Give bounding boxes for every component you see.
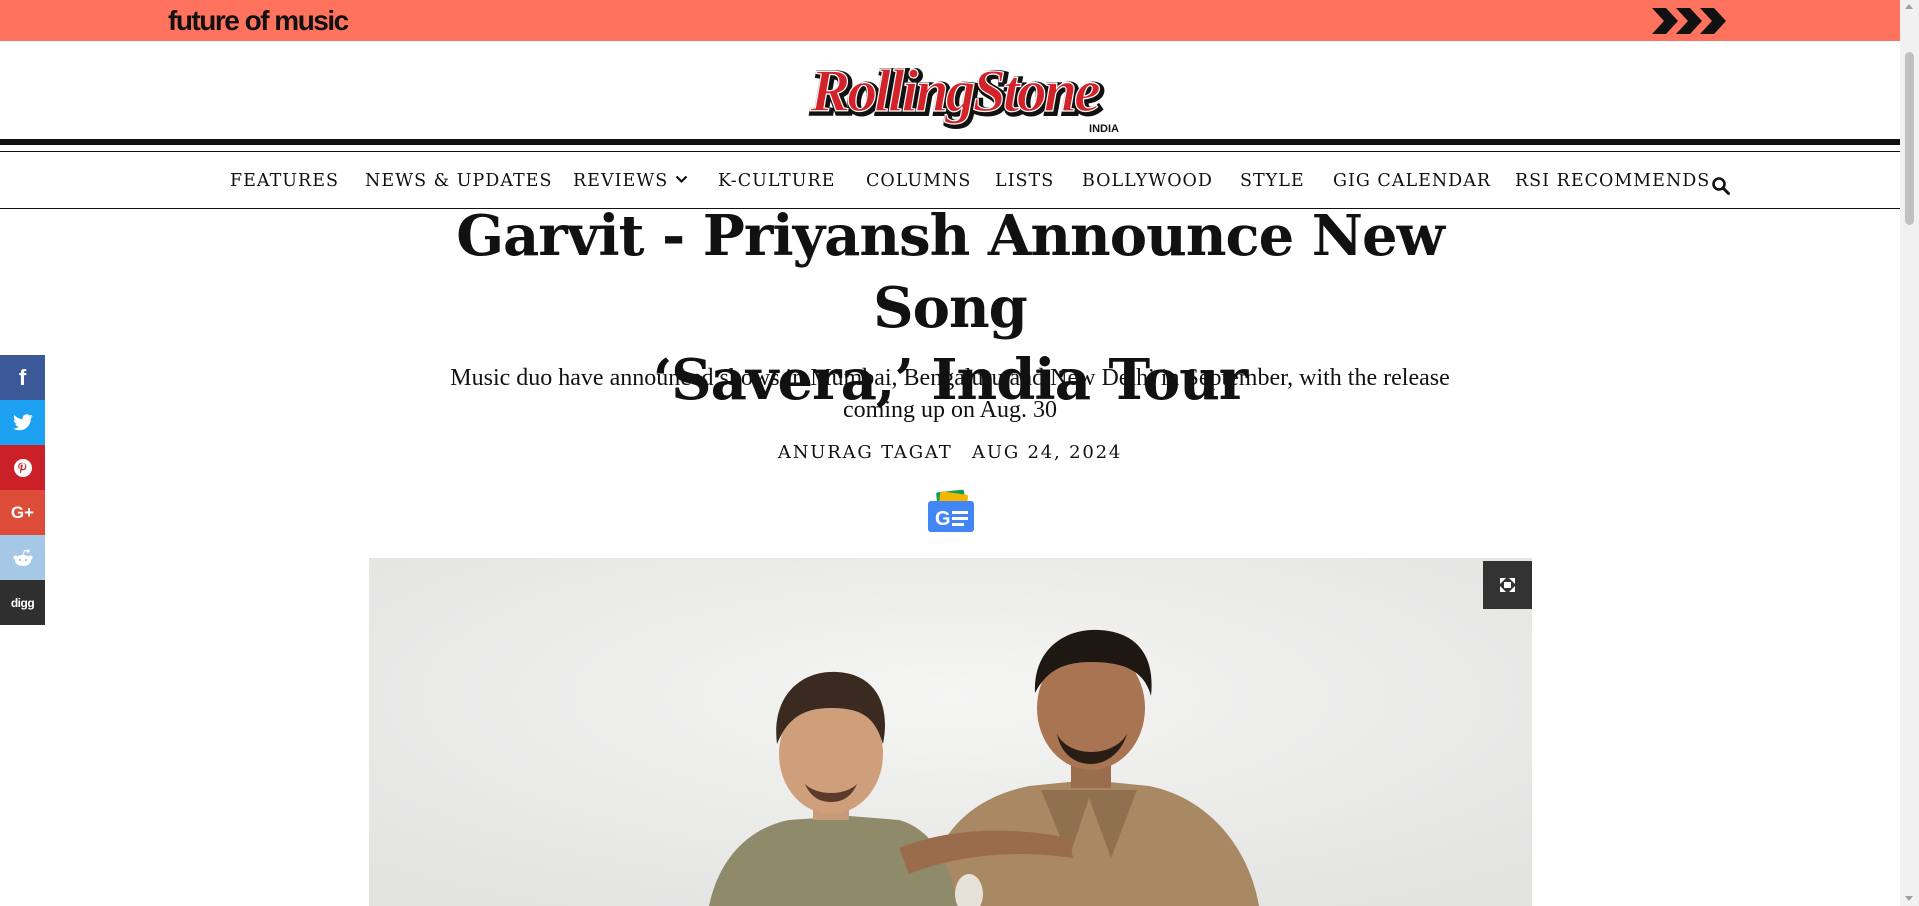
scroll-up-icon[interactable]	[1905, 4, 1913, 9]
share-facebook-button[interactable]: f	[0, 355, 45, 400]
scrollbar-thumb[interactable]	[1905, 52, 1914, 225]
share-sidebar: f G+ digg	[0, 355, 45, 625]
article-subtitle-line: coming up on Aug. 30	[843, 397, 1057, 423]
svg-text:G: G	[935, 508, 951, 530]
scroll-down-icon[interactable]	[1905, 896, 1913, 901]
search-icon[interactable]	[1711, 176, 1731, 196]
page-scrollbar[interactable]	[1900, 0, 1919, 906]
nav-item-gig-calendar[interactable]: GIG CALENDAR	[1333, 166, 1491, 196]
nav-item-rsi-recommends[interactable]: RSI RECOMMENDS	[1515, 166, 1710, 196]
facebook-icon: f	[18, 364, 27, 390]
digg-icon: digg	[10, 595, 35, 610]
nav-item-reviews[interactable]: REVIEWS	[573, 166, 688, 196]
author-link[interactable]: ANURAG TAGAT	[778, 442, 953, 463]
nav-item-label: REVIEWS	[573, 171, 669, 191]
reddit-icon	[13, 548, 32, 566]
article-subtitle-line: Music duo have announced shows in Mumbai…	[450, 365, 1450, 391]
nav-item-news-updates[interactable]: NEWS & UPDATES	[365, 166, 552, 196]
hero-photo	[369, 558, 1532, 906]
google-plus-icon: G+	[10, 502, 35, 522]
share-reddit-button[interactable]	[0, 535, 45, 580]
header-divider	[0, 139, 1900, 145]
logo-edition: INDIA	[1089, 123, 1119, 135]
pinterest-icon	[13, 458, 32, 477]
share-twitter-button[interactable]	[0, 400, 45, 445]
publish-date: AUG 24, 2024	[972, 442, 1123, 463]
share-pinterest-button[interactable]	[0, 445, 45, 490]
nav-item-k-culture[interactable]: K-CULTURE	[718, 166, 835, 196]
promo-banner[interactable]: future of music	[0, 0, 1900, 41]
google-news-icon[interactable]: G	[925, 489, 977, 535]
hero-illustration	[369, 558, 1532, 906]
nav-item-columns[interactable]: COLUMNS	[866, 166, 971, 196]
triple-chevron-right-icon	[1652, 8, 1726, 34]
chevron-down-icon	[675, 175, 688, 184]
nav-item-style[interactable]: STYLE	[1240, 166, 1305, 196]
share-digg-button[interactable]: digg	[0, 580, 45, 625]
expand-icon[interactable]	[1483, 561, 1532, 609]
article-title-line: Garvit - Priyansh Announce New Song	[456, 203, 1445, 341]
nav-item-features[interactable]: FEATURES	[230, 166, 339, 196]
promo-text[interactable]: future of music	[168, 4, 349, 38]
article-subtitle: Music duo have announced shows in Mumbai…	[400, 362, 1500, 426]
nav-item-lists[interactable]: LISTS	[995, 166, 1054, 196]
logo-wordmark: RollingStone	[809, 58, 1100, 124]
share-google-plus-button[interactable]: G+	[0, 490, 45, 535]
nav-item-bollywood[interactable]: BOLLYWOOD	[1082, 166, 1213, 196]
masthead: RollingStone RollingStone INDIA	[0, 41, 1900, 139]
twitter-icon	[12, 413, 33, 430]
article-byline: ANURAG TAGAT AUG 24, 2024	[660, 442, 1240, 463]
rolling-stone-india-logo[interactable]: RollingStone RollingStone INDIA	[774, 51, 1134, 136]
